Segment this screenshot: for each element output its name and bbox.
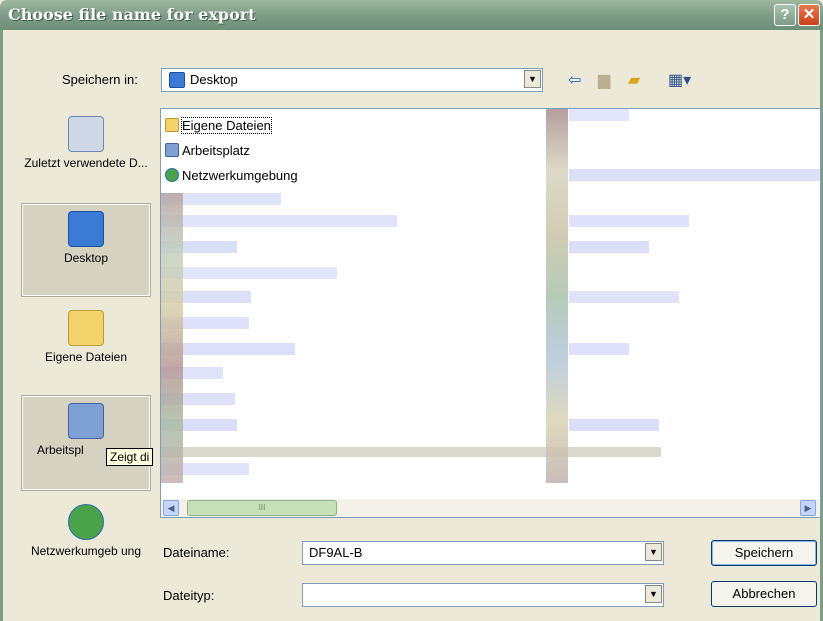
savein-value: Desktop <box>190 72 238 87</box>
redacted-item <box>569 169 820 181</box>
window-border-left <box>0 30 3 621</box>
help-button[interactable]: ? <box>774 4 796 26</box>
redacted-item <box>161 447 661 457</box>
chevron-down-icon[interactable]: ▼ <box>645 543 662 561</box>
redacted-item <box>569 109 629 121</box>
computer-icon <box>165 143 179 157</box>
redacted-item <box>569 343 629 355</box>
scroll-thumb[interactable]: III <box>187 500 337 516</box>
scroll-left-icon[interactable]: ◀ <box>163 500 179 516</box>
place-recent[interactable]: Zuletzt verwendete D... <box>22 110 150 206</box>
place-desktop-label: Desktop <box>63 251 109 265</box>
folder-icon <box>68 310 104 346</box>
redacted-icons <box>546 109 568 483</box>
recent-documents-icon <box>68 116 104 152</box>
computer-icon <box>68 403 104 439</box>
place-network[interactable]: Netzwerkumgeb ung <box>22 498 150 588</box>
file-list[interactable]: Eigene Dateien Arbeitsplatz Netzwerkumge… <box>160 108 821 518</box>
save-button[interactable]: Speichern <box>711 540 817 566</box>
place-network-label: Netzwerkumgeb ung <box>30 544 142 558</box>
back-arrow-icon[interactable]: ⇦ <box>568 70 581 90</box>
redacted-item <box>569 215 689 227</box>
up-folder-icon[interactable]: ▆ <box>598 70 610 90</box>
list-item[interactable]: Eigene Dateien <box>165 117 272 135</box>
close-button[interactable]: ✕ <box>798 4 820 26</box>
network-icon <box>165 168 179 182</box>
places-bar: Zuletzt verwendete D... Desktop Eigene D… <box>14 100 157 621</box>
chevron-down-icon[interactable]: ▼ <box>645 585 662 603</box>
redacted-item <box>161 215 397 227</box>
desktop-icon <box>68 211 104 247</box>
redacted-item <box>569 241 649 253</box>
place-my-documents[interactable]: Eigene Dateien <box>22 304 150 388</box>
chevron-down-icon[interactable]: ▼ <box>524 70 541 88</box>
filename-label: Dateiname: <box>163 545 230 560</box>
filename-value: DF9AL-B <box>309 545 363 560</box>
place-desktop[interactable]: Desktop <box>21 203 151 297</box>
filetype-dropdown[interactable]: ▼ <box>302 583 664 607</box>
horizontal-scrollbar[interactable]: ◀ III ▶ <box>161 499 820 517</box>
place-my-computer[interactable]: Arbeitspl <box>21 395 151 491</box>
redacted-item <box>569 419 659 431</box>
savein-dropdown[interactable]: Desktop ▼ <box>161 68 543 92</box>
list-item[interactable]: Arbeitsplatz <box>165 142 250 160</box>
savein-label: Speichern in: <box>62 72 138 87</box>
new-folder-icon[interactable]: ▰ <box>628 70 640 90</box>
place-recent-label: Zuletzt verwendete D... <box>24 156 148 170</box>
desktop-icon <box>169 72 185 88</box>
filename-field[interactable]: DF9AL-B ▼ <box>302 541 664 565</box>
filetype-label: Dateityp: <box>163 588 215 603</box>
views-menu-icon[interactable]: ▦▾ <box>668 70 691 90</box>
list-item[interactable]: Netzwerkumgebung <box>165 167 298 185</box>
window-title: Choose file name for export <box>8 5 256 24</box>
network-icon <box>68 504 104 540</box>
redacted-item <box>161 267 337 279</box>
folder-icon <box>165 118 179 132</box>
cancel-button[interactable]: Abbrechen <box>711 581 817 607</box>
redacted-item <box>569 291 679 303</box>
title-bar: Choose file name for export ? ✕ <box>0 0 823 30</box>
place-my-documents-label: Eigene Dateien <box>44 350 128 364</box>
redacted-icons <box>161 193 183 483</box>
scroll-right-icon[interactable]: ▶ <box>800 500 816 516</box>
tooltip: Zeigt di <box>106 448 154 466</box>
